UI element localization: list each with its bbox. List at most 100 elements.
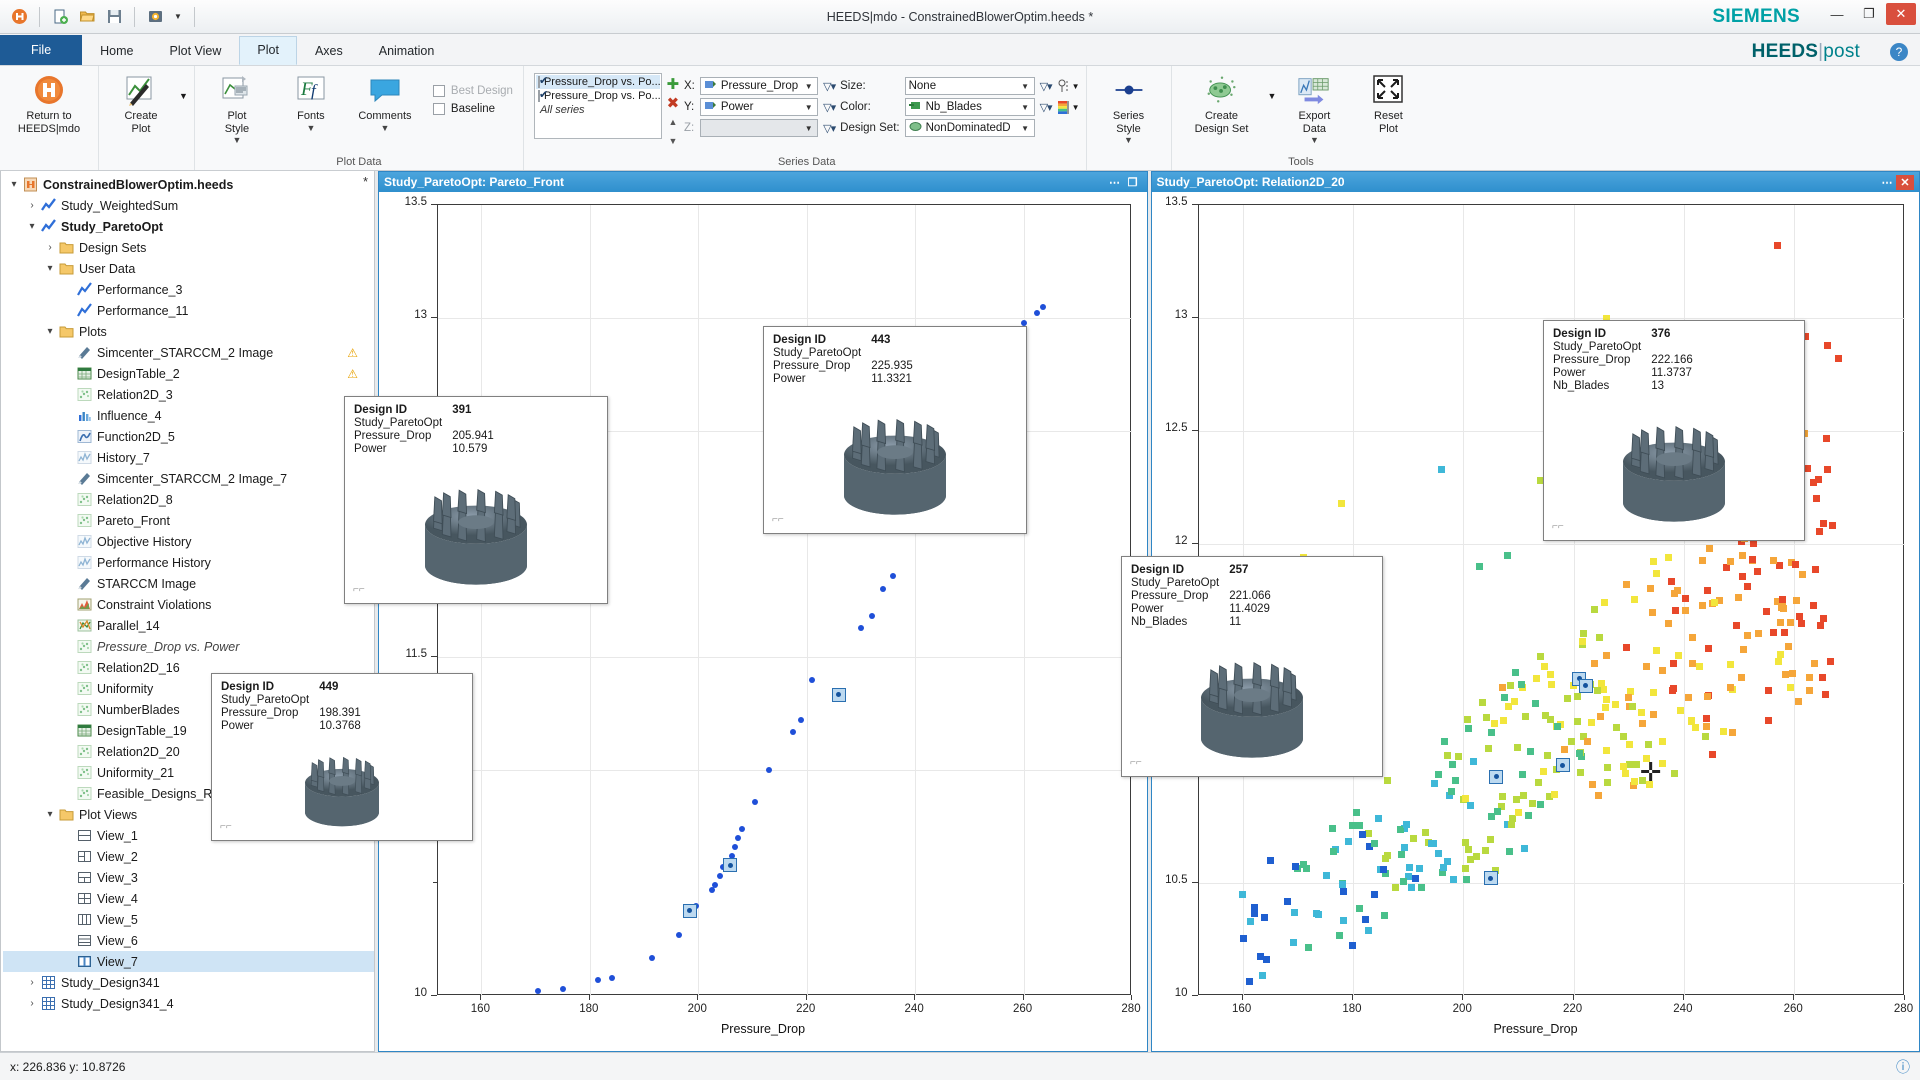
data-point[interactable] bbox=[1568, 738, 1575, 745]
data-point[interactable] bbox=[1763, 608, 1770, 615]
data-point[interactable] bbox=[1514, 744, 1521, 751]
info-icon[interactable]: ⓘ bbox=[1896, 1057, 1910, 1077]
data-point[interactable] bbox=[1643, 663, 1650, 670]
tree-twisty-icon[interactable]: ▾ bbox=[43, 263, 57, 274]
selected-data-point[interactable] bbox=[1484, 871, 1498, 885]
chevron-down-icon[interactable]: ▼ bbox=[1019, 124, 1032, 133]
tree-item-performance-11[interactable]: Performance_11 bbox=[3, 300, 374, 321]
data-point[interactable] bbox=[1623, 644, 1630, 651]
data-point[interactable] bbox=[1795, 698, 1802, 705]
tree-item-view-6[interactable]: View_6 bbox=[3, 930, 374, 951]
remove-series-button[interactable]: ✖ bbox=[664, 95, 682, 111]
add-series-button[interactable]: ✚ bbox=[664, 76, 682, 92]
data-point[interactable] bbox=[1653, 570, 1660, 577]
data-point[interactable] bbox=[1806, 687, 1813, 694]
tree-item-constrainedbloweroptim-heeds[interactable]: ▾ConstrainedBlowerOptim.heeds bbox=[3, 174, 374, 195]
comments-button[interactable]: Comments ▼ bbox=[349, 69, 421, 135]
data-point[interactable] bbox=[1604, 764, 1611, 771]
data-point[interactable] bbox=[1787, 684, 1794, 691]
data-point[interactable] bbox=[1776, 562, 1783, 569]
data-point[interactable] bbox=[1668, 578, 1675, 585]
data-point[interactable] bbox=[1455, 753, 1462, 760]
data-point[interactable] bbox=[1384, 777, 1391, 784]
data-point[interactable] bbox=[1819, 674, 1826, 681]
tab-axes[interactable]: Axes bbox=[297, 37, 361, 65]
best-design-checkbox-row[interactable]: Best Design bbox=[429, 82, 517, 100]
data-point[interactable] bbox=[1744, 583, 1751, 590]
data-point[interactable] bbox=[1359, 831, 1366, 838]
data-point[interactable] bbox=[790, 729, 796, 735]
data-point[interactable] bbox=[1040, 304, 1046, 310]
data-point[interactable] bbox=[1541, 663, 1548, 670]
data-point[interactable] bbox=[1827, 658, 1834, 665]
panel-menu-button[interactable]: ⋯ bbox=[1106, 175, 1124, 190]
data-point[interactable] bbox=[1659, 667, 1666, 674]
data-point[interactable] bbox=[1544, 752, 1551, 759]
data-point[interactable] bbox=[1789, 670, 1796, 677]
tab-home[interactable]: Home bbox=[82, 37, 151, 65]
series-style-caret[interactable]: ▼ bbox=[1124, 136, 1133, 145]
open-icon[interactable] bbox=[76, 6, 98, 28]
data-point[interactable] bbox=[1703, 715, 1710, 722]
data-point[interactable] bbox=[1483, 714, 1490, 721]
series-style-button[interactable]: SeriesStyle ▼ bbox=[1093, 69, 1165, 147]
data-point[interactable] bbox=[1345, 838, 1352, 845]
tree-item-starccm-image[interactable]: STARCCM Image bbox=[3, 573, 374, 594]
tree-twisty-icon[interactable]: › bbox=[25, 977, 39, 988]
data-point[interactable] bbox=[1518, 681, 1525, 688]
data-point[interactable] bbox=[1336, 932, 1343, 939]
selected-data-point[interactable] bbox=[832, 688, 846, 702]
data-point[interactable] bbox=[1588, 719, 1595, 726]
data-point[interactable] bbox=[1422, 829, 1429, 836]
tree-item-performance-3[interactable]: Performance_3 bbox=[3, 279, 374, 300]
data-point[interactable] bbox=[1631, 778, 1638, 785]
data-point[interactable] bbox=[1508, 821, 1515, 828]
data-point[interactable] bbox=[1647, 585, 1654, 592]
data-point[interactable] bbox=[1356, 905, 1363, 912]
data-point[interactable] bbox=[1603, 747, 1610, 754]
data-point[interactable] bbox=[1527, 748, 1534, 755]
data-point[interactable] bbox=[1631, 596, 1638, 603]
data-point[interactable] bbox=[1513, 796, 1520, 803]
data-point[interactable] bbox=[858, 625, 864, 631]
data-point[interactable] bbox=[1418, 884, 1425, 891]
data-point[interactable] bbox=[809, 677, 815, 683]
data-point[interactable] bbox=[1349, 822, 1356, 829]
data-point[interactable] bbox=[1540, 768, 1547, 775]
tree-item-study-paretoopt[interactable]: ▾Study_ParetoOpt bbox=[3, 216, 374, 237]
data-point[interactable] bbox=[1465, 846, 1472, 853]
data-point[interactable] bbox=[1738, 674, 1745, 681]
chevron-down-icon[interactable]: ▼ bbox=[802, 82, 815, 91]
data-point[interactable] bbox=[1597, 713, 1604, 720]
data-point[interactable] bbox=[1589, 781, 1596, 788]
selected-data-point[interactable] bbox=[1489, 770, 1503, 784]
data-point[interactable] bbox=[1482, 847, 1489, 854]
plot-style-button[interactable]: PlotStyle ▼ bbox=[201, 69, 273, 147]
data-point[interactable] bbox=[1532, 700, 1539, 707]
size-legend-icon[interactable]: ▼ bbox=[1057, 79, 1080, 93]
data-point[interactable] bbox=[1406, 864, 1413, 871]
data-point[interactable] bbox=[1754, 568, 1761, 575]
data-point[interactable] bbox=[1284, 898, 1291, 905]
data-point[interactable] bbox=[1696, 663, 1703, 670]
data-point[interactable] bbox=[1547, 671, 1554, 678]
tree-item-parallel-14[interactable]: Parallel_14 bbox=[3, 615, 374, 636]
data-point[interactable] bbox=[1591, 606, 1598, 613]
data-point[interactable] bbox=[1793, 597, 1800, 604]
tree-twisty-icon[interactable]: › bbox=[25, 998, 39, 1009]
data-point[interactable] bbox=[1525, 812, 1532, 819]
data-point[interactable] bbox=[1533, 675, 1540, 682]
data-point[interactable] bbox=[1688, 717, 1695, 724]
data-point[interactable] bbox=[1799, 571, 1806, 578]
data-point[interactable] bbox=[535, 988, 541, 994]
data-point[interactable] bbox=[1735, 594, 1742, 601]
data-point[interactable] bbox=[1551, 791, 1558, 798]
data-point[interactable] bbox=[1620, 733, 1627, 740]
baseline-checkbox-row[interactable]: Baseline bbox=[429, 100, 517, 118]
data-point[interactable] bbox=[1704, 693, 1711, 700]
data-point[interactable] bbox=[1476, 563, 1483, 570]
y-variable-combo[interactable]: Power ▼ bbox=[700, 98, 818, 116]
data-point[interactable] bbox=[1817, 622, 1824, 629]
minimize-button[interactable]: — bbox=[1822, 3, 1852, 25]
data-point[interactable] bbox=[1448, 788, 1455, 795]
